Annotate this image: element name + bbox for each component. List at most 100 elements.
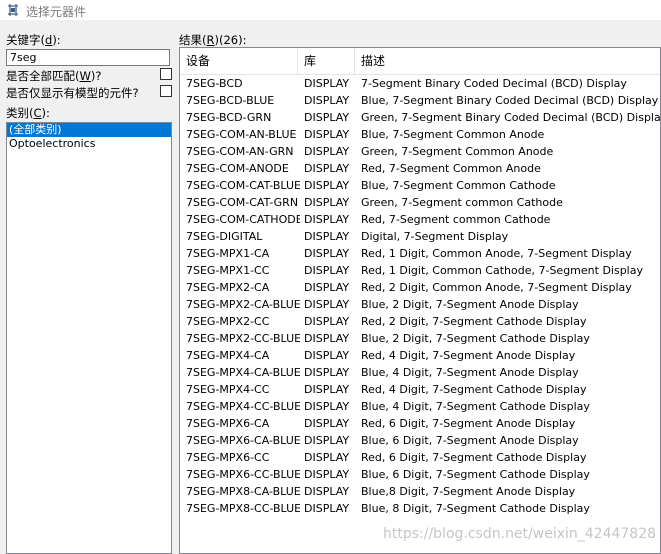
table-row[interactable]: 7SEG-DIGITAL DISPLAY Digital, 7-Segment Di… [180, 228, 660, 245]
cell-library: DISPLAY [304, 349, 350, 362]
table-row[interactable]: 7SEG-BCD-BLUE DISPLAY Blue, 7-Segment Bina… [180, 92, 660, 109]
column-header-library[interactable]: 库 [298, 48, 355, 74]
cell-device: 7SEG-MPX4-CC [186, 383, 270, 396]
cell-description: Blue, 2 Digit, 7-Segment Anode Display [361, 298, 579, 311]
cell-device: 7SEG-MPX6-CA [186, 417, 270, 430]
cell-library: DISPLAY [304, 366, 350, 379]
cell-device: 7SEG-DIGITAL [186, 230, 263, 243]
cell-device: 7SEG-MPX4-CA [186, 349, 270, 362]
cell-library: DISPLAY [304, 434, 350, 447]
model-only-checkbox[interactable] [160, 85, 172, 97]
cell-device: 7SEG-MPX6-CC [186, 451, 270, 464]
table-row[interactable]: 7SEG-MPX6-CC-BLUE DISPLAY Blue, 6 Digit, 7… [180, 466, 660, 483]
cell-device: 7SEG-COM-AN-GRN [186, 145, 294, 158]
cell-library: DISPLAY [304, 502, 350, 515]
cell-library: DISPLAY [304, 128, 350, 141]
cell-library: DISPLAY [304, 247, 350, 260]
cell-description: Blue, 7-Segment Binary Coded Decimal (BC… [361, 94, 659, 107]
cell-library: DISPLAY [304, 162, 350, 175]
cell-device: 7SEG-MPX2-CA-BLUE [186, 298, 300, 311]
cell-description: Red, 7-Segment common Cathode [361, 213, 551, 226]
category-list[interactable]: (全部类别) Optoelectronics [6, 122, 172, 554]
cell-device: 7SEG-BCD [186, 77, 243, 90]
cell-library: DISPLAY [304, 315, 350, 328]
category-label: 类别(C): [6, 106, 50, 120]
table-row[interactable]: 7SEG-BCD DISPLAY 7-Segment Binary Coded De… [180, 75, 660, 92]
cell-description: Blue, 6 Digit, 7-Segment Cathode Display [361, 468, 590, 481]
cell-description: Blue, 4 Digit, 7-Segment Cathode Display [361, 400, 590, 413]
category-item-all[interactable]: (全部类别) [7, 123, 171, 137]
table-row[interactable]: 7SEG-COM-CAT-GRN DISPLAY Green, 7-Segment … [180, 194, 660, 211]
cell-library: DISPLAY [304, 213, 350, 226]
table-row[interactable]: 7SEG-MPX8-CA-BLUE DISPLAY Blue,8 Digit, 7-… [180, 483, 660, 500]
cell-device: 7SEG-MPX8-CC-BLUE [186, 502, 300, 515]
results-header: 设备 库 描述 [180, 48, 660, 75]
table-row[interactable]: 7SEG-MPX1-CC DISPLAY Red, 1 Digit, Common … [180, 262, 660, 279]
table-row[interactable]: 7SEG-COM-AN-BLUE DISPLAY Blue, 7-Segment C… [180, 126, 660, 143]
table-row[interactable]: 7SEG-MPX2-CC DISPLAY Red, 2 Digit, 7-Segme… [180, 313, 660, 330]
table-row[interactable]: 7SEG-COM-CATHODE DISPLAY Red, 7-Segment co… [180, 211, 660, 228]
cell-device: 7SEG-MPX2-CA [186, 281, 270, 294]
table-row[interactable]: 7SEG-MPX8-CC-BLUE DISPLAY Blue, 8 Digit, 7… [180, 500, 660, 517]
cell-description: Red, 6 Digit, 7-Segment Cathode Display [361, 451, 587, 464]
table-row[interactable]: 7SEG-MPX2-CC-BLUE DISPLAY Blue, 2 Digit, 7… [180, 330, 660, 347]
cell-description: Red, 1 Digit, Common Cathode, 7-Segment … [361, 264, 643, 277]
cell-device: 7SEG-MPX6-CC-BLUE [186, 468, 300, 481]
cell-description: Blue, 6 Digit, 7-Segment Anode Display [361, 434, 579, 447]
match-all-option[interactable]: 是否全部匹配(W)? [6, 67, 172, 83]
table-row[interactable]: 7SEG-MPX6-CA DISPLAY Red, 6 Digit, 7-Segme… [180, 415, 660, 432]
table-row[interactable]: 7SEG-BCD-GRN DISPLAY Green, 7-Segment Bina… [180, 109, 660, 126]
cell-library: DISPLAY [304, 485, 350, 498]
results-label: 结果(R)(26): [179, 33, 247, 47]
model-only-label: 是否仅显示有模型的元件? [6, 86, 139, 100]
match-all-checkbox[interactable] [160, 68, 172, 80]
cell-description: Blue, 4 Digit, 7-Segment Anode Display [361, 366, 579, 379]
match-all-label: 是否全部匹配(W)? [6, 69, 102, 83]
cell-library: DISPLAY [304, 230, 350, 243]
table-row[interactable]: 7SEG-COM-CAT-BLUE DISPLAY Blue, 7-Segment … [180, 177, 660, 194]
keyword-label: 关键字(d): [6, 33, 61, 47]
table-row[interactable]: 7SEG-MPX4-CC DISPLAY Red, 4 Digit, 7-Segme… [180, 381, 660, 398]
table-row[interactable]: 7SEG-MPX2-CA DISPLAY Red, 2 Digit, Common … [180, 279, 660, 296]
results-table[interactable]: 设备 库 描述 7SEG-BCD DISPLAY 7-Segment Binary … [179, 47, 661, 554]
cell-library: DISPLAY [304, 179, 350, 192]
cell-device: 7SEG-MPX8-CA-BLUE [186, 485, 300, 498]
results-rows: 7SEG-BCD DISPLAY 7-Segment Binary Coded De… [180, 75, 660, 517]
cell-device: 7SEG-COM-AN-BLUE [186, 128, 297, 141]
table-row[interactable]: 7SEG-MPX6-CC DISPLAY Red, 6 Digit, 7-Segme… [180, 449, 660, 466]
cell-library: DISPLAY [304, 196, 350, 209]
table-row[interactable]: 7SEG-MPX4-CA-BLUE DISPLAY Blue, 4 Digit, 7… [180, 364, 660, 381]
cell-description: Red, 4 Digit, 7-Segment Cathode Display [361, 383, 587, 396]
table-row[interactable]: 7SEG-MPX6-CA-BLUE DISPLAY Blue, 6 Digit, 7… [180, 432, 660, 449]
category-item-optoelectronics[interactable]: Optoelectronics [7, 137, 171, 151]
table-row[interactable]: 7SEG-COM-AN-GRN DISPLAY Green, 7-Segment C… [180, 143, 660, 160]
table-row[interactable]: 7SEG-COM-ANODE DISPLAY Red, 7-Segment Comm… [180, 160, 660, 177]
cell-device: 7SEG-COM-CAT-GRN [186, 196, 299, 209]
model-only-option[interactable]: 是否仅显示有模型的元件? [6, 84, 172, 100]
cell-description: 7-Segment Binary Coded Decimal (BCD) Dis… [361, 77, 627, 90]
cell-library: DISPLAY [304, 145, 350, 158]
cell-library: DISPLAY [304, 468, 350, 481]
table-row[interactable]: 7SEG-MPX4-CA DISPLAY Red, 4 Digit, 7-Segme… [180, 347, 660, 364]
cell-description: Blue, 2 Digit, 7-Segment Cathode Display [361, 332, 590, 345]
cell-device: 7SEG-COM-CATHODE [186, 213, 300, 226]
cell-device: 7SEG-BCD-GRN [186, 111, 272, 124]
cell-description: Green, 7-Segment common Cathode [361, 196, 563, 209]
cell-description: Blue, 7-Segment Common Cathode [361, 179, 556, 192]
cell-library: DISPLAY [304, 417, 350, 430]
cell-library: DISPLAY [304, 383, 350, 396]
column-header-device[interactable]: 设备 [180, 48, 298, 74]
keyword-input[interactable] [6, 49, 170, 66]
component-pick-icon [8, 4, 18, 16]
table-row[interactable]: 7SEG-MPX1-CA DISPLAY Red, 1 Digit, Common … [180, 245, 660, 262]
cell-library: DISPLAY [304, 298, 350, 311]
cell-description: Digital, 7-Segment Display [361, 230, 509, 243]
cell-description: Blue, 7-Segment Common Anode [361, 128, 545, 141]
cell-device: 7SEG-MPX2-CC [186, 315, 270, 328]
cell-device: 7SEG-COM-CAT-BLUE [186, 179, 300, 192]
column-header-description[interactable]: 描述 [355, 48, 660, 74]
table-row[interactable]: 7SEG-MPX4-CC-BLUE DISPLAY Blue, 4 Digit, 7… [180, 398, 660, 415]
cell-device: 7SEG-BCD-BLUE [186, 94, 275, 107]
window-title: 选择元器件 [26, 5, 87, 19]
table-row[interactable]: 7SEG-MPX2-CA-BLUE DISPLAY Blue, 2 Digit, 7… [180, 296, 660, 313]
